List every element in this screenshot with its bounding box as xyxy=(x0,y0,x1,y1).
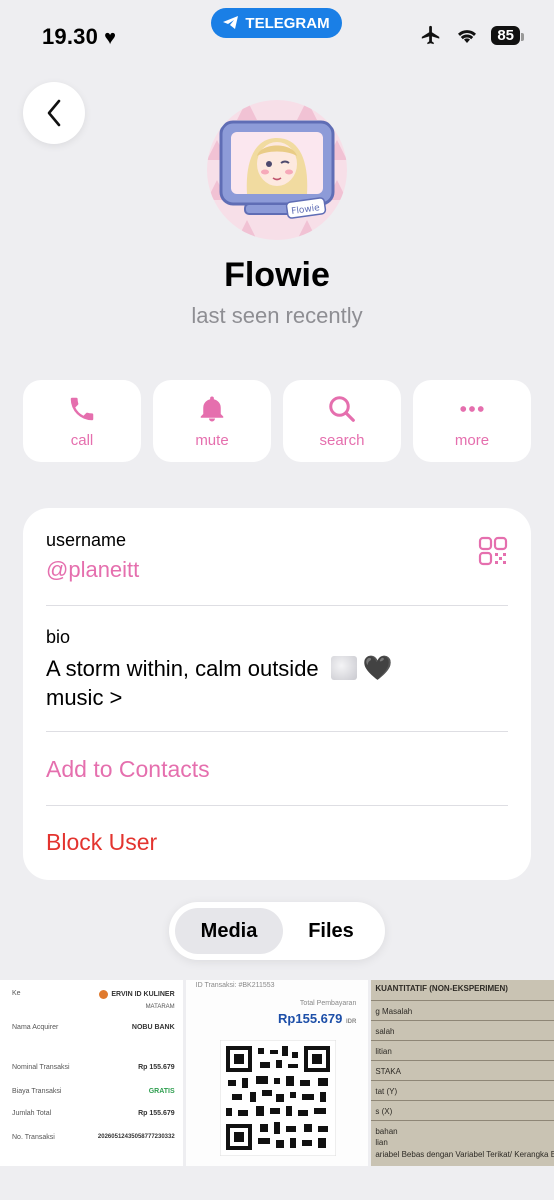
bell-icon xyxy=(200,396,224,421)
divider xyxy=(46,605,508,606)
username-value[interactable]: @planeitt xyxy=(46,557,508,583)
divider xyxy=(46,805,508,806)
receipt-key: Biaya Transaksi xyxy=(12,1088,62,1095)
receipt-merchant: ERVIN ID KULINER xyxy=(111,991,175,998)
receipt-value: Rp 155.679 xyxy=(138,1110,175,1117)
bio-line-2[interactable]: music > xyxy=(46,685,122,710)
chevron-left-icon xyxy=(47,99,61,127)
mute-label: mute xyxy=(195,431,229,449)
search-label: search xyxy=(319,431,365,449)
status-time: 19.30 ♥ xyxy=(42,24,116,50)
search-icon xyxy=(329,395,355,422)
last-seen-status: last seen recently xyxy=(191,303,363,328)
receipt-row: No. Transaksi 20260512435058777230332 xyxy=(12,1134,175,1141)
receipt-key: Nominal Transaksi xyxy=(12,1064,70,1071)
avatar-image: Flowie xyxy=(207,100,347,240)
airplane-icon xyxy=(422,25,440,45)
profile-avatar[interactable]: Flowie xyxy=(207,100,347,240)
doc-line xyxy=(371,1100,554,1101)
cloud-emoji-icon xyxy=(330,656,357,680)
merchant-logo-icon xyxy=(99,990,109,999)
qris-amount: Rp155.679 IDR xyxy=(278,1011,356,1026)
profile-name: Flowie xyxy=(224,256,330,294)
media-grid: Ke ERVIN ID KULINER MATARAM Nama Acquirer… xyxy=(0,980,554,1166)
qris-total-label: Total Pembayaran xyxy=(299,1000,357,1007)
telegram-pill-label: TELEGRAM xyxy=(245,14,330,32)
receipt-row: Nominal Transaksi Rp 155.679 xyxy=(12,1064,175,1071)
block-user-button[interactable]: Block User xyxy=(46,829,508,856)
doc-heading: KUANTITATIF (NON-EKSPERIMEN) xyxy=(375,984,508,993)
add-to-contacts-button[interactable]: Add to Contacts xyxy=(46,756,508,783)
doc-line xyxy=(371,1040,554,1041)
media-thumb-document[interactable]: KUANTITATIF (NON-EKSPERIMEN) g Masalah s… xyxy=(371,980,554,1166)
telegram-plane-icon xyxy=(223,16,239,29)
doc-text: STAKA xyxy=(375,1067,401,1076)
receipt-key: Jumlah Total xyxy=(12,1110,52,1117)
status-bar: 19.30 ♥ TELEGRAM 85 xyxy=(0,0,554,70)
doc-text: tat (Y) xyxy=(375,1087,398,1096)
action-row: call mute search more xyxy=(23,380,531,462)
receipt-key: Ke xyxy=(12,990,21,997)
doc-text: salah xyxy=(375,1027,395,1036)
bio-line-1: A storm within, calm outside xyxy=(46,656,319,681)
more-icon xyxy=(460,405,484,412)
doc-text: bahan xyxy=(375,1127,398,1136)
qr-code-image xyxy=(219,1040,336,1156)
receipt-row: Nama Acquirer NOBU BANK xyxy=(12,1024,175,1031)
mute-button[interactable]: mute xyxy=(153,380,271,462)
doc-line xyxy=(371,1080,554,1081)
receipt-row: Ke ERVIN ID KULINER xyxy=(12,990,175,999)
receipt-key: No. Transaksi xyxy=(12,1134,55,1141)
phone-icon xyxy=(70,397,94,420)
wifi-icon xyxy=(458,30,477,43)
qris-currency: IDR xyxy=(346,1019,357,1025)
receipt-value: 20260512435058777230332 xyxy=(97,1134,175,1140)
media-thumb-qris[interactable]: ID Transaksi: #BK211553 Total Pembayaran… xyxy=(185,980,369,1166)
divider xyxy=(46,731,508,732)
qris-amount-value: Rp155.679 xyxy=(278,1011,343,1026)
info-card: username @planeitt bio A storm within, c… xyxy=(23,508,531,880)
receipt-row: Biaya Transaksi GRATIS xyxy=(12,1088,175,1095)
back-button[interactable] xyxy=(23,82,85,144)
more-label: more xyxy=(454,431,490,449)
doc-text: litian xyxy=(375,1047,392,1056)
media-files-segmented-control: Media Files xyxy=(169,902,385,960)
receipt-value: GRATIS xyxy=(148,1088,175,1095)
bio-text: A storm within, calm outside 🖤 music > xyxy=(46,654,508,712)
qris-transaction-id: ID Transaksi: #BK211553 xyxy=(195,982,275,989)
username-row[interactable]: username @planeitt xyxy=(46,530,508,583)
doc-line xyxy=(371,1060,554,1061)
bio-row: bio A storm within, calm outside 🖤 music… xyxy=(46,627,508,712)
doc-text: lian xyxy=(375,1138,388,1147)
more-button[interactable]: more xyxy=(413,380,531,462)
receipt-value: Rp 155.679 xyxy=(138,1064,175,1071)
battery-indicator: 85 xyxy=(491,25,524,45)
doc-line xyxy=(371,1000,554,1001)
call-button[interactable]: call xyxy=(23,380,141,462)
search-button[interactable]: search xyxy=(283,380,401,462)
qr-code-icon[interactable] xyxy=(478,536,508,566)
receipt-city: MATARAM xyxy=(145,1004,175,1010)
receipt-key: Nama Acquirer xyxy=(12,1024,59,1031)
doc-text: ariabel Bebas dengan Variabel Terikat/ K… xyxy=(375,1150,554,1159)
call-label: call xyxy=(70,431,94,449)
time-text: 19.30 xyxy=(42,24,99,49)
username-label: username xyxy=(46,530,127,550)
bio-label: bio xyxy=(46,627,71,647)
doc-line xyxy=(371,1120,554,1121)
media-thumb-receipt[interactable]: Ke ERVIN ID KULINER MATARAM Nama Acquirer… xyxy=(0,980,183,1166)
doc-text: g Masalah xyxy=(375,1007,413,1016)
tab-media[interactable]: Media xyxy=(175,902,283,960)
telegram-pill[interactable]: TELEGRAM xyxy=(211,8,342,38)
receipt-row: Jumlah Total Rp 155.679 xyxy=(12,1110,175,1117)
status-icons: 85 xyxy=(419,24,524,46)
heart-icon: ♥ xyxy=(104,27,117,49)
receipt-value: NOBU BANK xyxy=(131,1024,175,1031)
black-heart-icon: 🖤 xyxy=(362,655,393,682)
tab-files[interactable]: Files xyxy=(277,902,385,960)
doc-line xyxy=(371,1020,554,1021)
doc-text: s (X) xyxy=(375,1107,393,1116)
